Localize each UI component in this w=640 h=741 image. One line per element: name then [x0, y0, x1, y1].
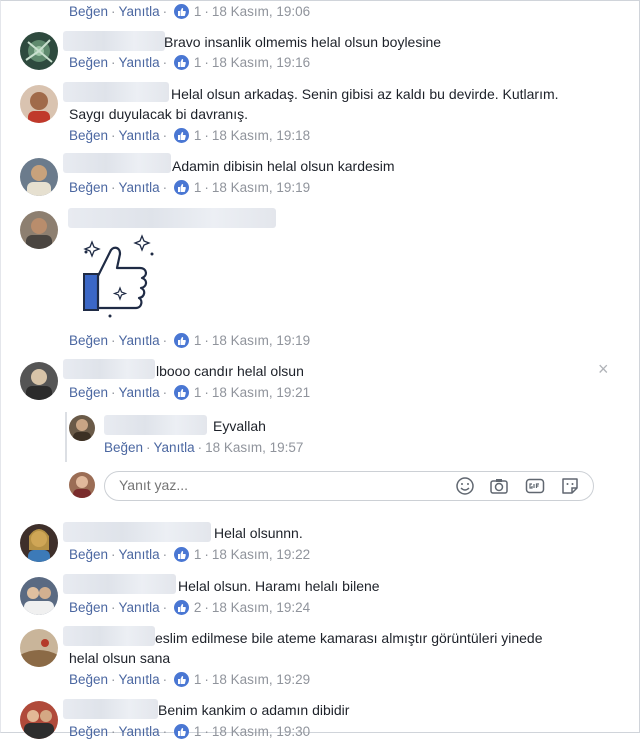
- like-link[interactable]: Beğen: [104, 440, 143, 455]
- comment-actions: Beğen · Yanıtla · 1 · 18 Kasım, 19:21: [69, 385, 311, 400]
- like-icon: [173, 4, 189, 19]
- timestamp[interactable]: 18 Kasım, 19:24: [212, 600, 310, 615]
- timestamp[interactable]: 18 Kasım, 19:18: [212, 128, 310, 143]
- comment-actions: Beğen · Yanıtla · 1 · 18 Kasım, 19:30: [69, 724, 311, 739]
- redacted-name: [63, 82, 169, 102]
- comment-actions: Beğen · Yanıtla · 1 · 18 Kasım, 19:29: [69, 672, 311, 687]
- camera-icon[interactable]: [489, 476, 509, 496]
- comment-actions: Beğen · Yanıtla · 1 · 18 Kasım, 19:06: [69, 4, 311, 19]
- timestamp[interactable]: 18 Kasım, 19:16: [212, 55, 310, 70]
- comment-text-line2: Saygı duyulacak bi davranış.: [69, 106, 248, 122]
- timestamp[interactable]: 18 Kasım, 19:19: [212, 180, 310, 195]
- timestamp[interactable]: 18 Kasım, 19:19: [212, 333, 310, 348]
- like-icon: [173, 128, 189, 143]
- like-link[interactable]: Beğen: [69, 4, 108, 19]
- redacted-name: [63, 626, 155, 646]
- avatar[interactable]: [20, 701, 58, 739]
- comment-text-line2: helal olsun sana: [69, 650, 171, 666]
- like-link[interactable]: Beğen: [69, 724, 108, 739]
- avatar[interactable]: [20, 211, 58, 249]
- like-link[interactable]: Beğen: [69, 180, 108, 195]
- timestamp[interactable]: 18 Kasım, 19:22: [212, 547, 310, 562]
- redacted-name: [63, 574, 176, 594]
- comment-text: Helal olsun arkadaş. Senin gibisi az kal…: [171, 86, 559, 102]
- reply-link[interactable]: Yanıtla: [119, 547, 160, 562]
- reply-text: Eyvallah: [213, 418, 266, 434]
- timestamp[interactable]: 18 Kasım, 19:30: [212, 724, 310, 739]
- comment-actions: Beğen · Yanıtla · 1 · 18 Kasım, 19:19: [69, 333, 311, 348]
- sticker-icon[interactable]: [560, 476, 580, 496]
- reply-input[interactable]: [117, 476, 441, 494]
- reply-link[interactable]: Yanıtla: [119, 180, 160, 195]
- like-icon: [173, 180, 189, 195]
- like-link[interactable]: Beğen: [69, 672, 108, 687]
- reply-link[interactable]: Yanıtla: [119, 333, 160, 348]
- avatar[interactable]: [20, 362, 58, 400]
- redacted-name: [63, 153, 171, 173]
- reply-link[interactable]: Yanıtla: [119, 4, 160, 19]
- like-link[interactable]: Beğen: [69, 600, 108, 615]
- redacted-name: [63, 359, 155, 379]
- timestamp[interactable]: 18 Kasım, 19:57: [205, 440, 303, 455]
- like-link[interactable]: Beğen: [69, 55, 108, 70]
- like-icon: [173, 600, 189, 615]
- comment-text: Benim kankim o adamın dibidir: [158, 702, 350, 718]
- thread-line: [65, 412, 67, 462]
- reply-avatar[interactable]: [69, 415, 95, 441]
- reply-link[interactable]: Yanıtla: [119, 55, 160, 70]
- avatar[interactable]: [20, 158, 58, 196]
- redacted-name: [104, 415, 207, 435]
- reply-input-box[interactable]: [104, 471, 594, 501]
- like-icon: [173, 333, 189, 348]
- current-user-avatar: [69, 472, 95, 498]
- comment-actions: Beğen · Yanıtla · 1 · 18 Kasım, 19:19: [69, 180, 311, 195]
- like-icon: [173, 724, 189, 739]
- comment-text: Helal olsun. Haramı helalı bilene: [178, 578, 380, 594]
- redacted-name: [63, 522, 211, 542]
- comment-actions: Beğen · Yanıtla · 1 · 18 Kasım, 19:18: [69, 128, 311, 143]
- avatar[interactable]: [20, 577, 58, 615]
- comment-text: Adamin dibisin helal olsun kardesim: [172, 158, 395, 174]
- comment-text: eslim edilmese bile ateme kamarası almış…: [155, 630, 543, 646]
- timestamp[interactable]: 18 Kasım, 19:21: [212, 385, 310, 400]
- thumbs-up-sticker: [80, 232, 160, 322]
- reply-actions: Beğen · Yanıtla · 18 Kasım, 19:57: [104, 440, 304, 455]
- like-icon: [173, 547, 189, 562]
- comment-text: Helal olsunnn.: [214, 525, 303, 541]
- avatar[interactable]: [20, 629, 58, 667]
- like-link[interactable]: Beğen: [69, 385, 108, 400]
- timestamp[interactable]: 18 Kasım, 19:06: [212, 4, 310, 19]
- redacted-name: [68, 208, 276, 228]
- avatar[interactable]: [20, 85, 58, 123]
- reply-link[interactable]: Yanıtla: [154, 440, 195, 455]
- close-icon[interactable]: ×: [598, 360, 609, 378]
- redacted-name: [63, 31, 165, 51]
- comment-text: Bravo insanlik olmemis helal olsun boyle…: [164, 34, 442, 50]
- comment-actions: Beğen · Yanıtla · 1 · 18 Kasım, 19:16: [69, 55, 311, 70]
- emoji-icon[interactable]: [455, 476, 475, 496]
- reply-link[interactable]: Yanıtla: [119, 385, 160, 400]
- like-icon: [173, 672, 189, 687]
- like-icon: [173, 385, 189, 400]
- timestamp[interactable]: 18 Kasım, 19:29: [212, 672, 310, 687]
- like-icon: [173, 55, 189, 70]
- reply-link[interactable]: Yanıtla: [119, 724, 160, 739]
- comment-actions: Beğen · Yanıtla · 2 · 18 Kasım, 19:24: [69, 600, 311, 615]
- reply-link[interactable]: Yanıtla: [119, 128, 160, 143]
- like-link[interactable]: Beğen: [69, 333, 108, 348]
- redacted-name: [63, 699, 158, 719]
- comment-text: lbooo candır helal olsun: [156, 363, 304, 379]
- like-link[interactable]: Beğen: [69, 128, 108, 143]
- avatar[interactable]: [20, 32, 58, 70]
- reply-link[interactable]: Yanıtla: [119, 672, 160, 687]
- reply-link[interactable]: Yanıtla: [119, 600, 160, 615]
- comment-actions: Beğen · Yanıtla · 1 · 18 Kasım, 19:22: [69, 547, 311, 562]
- avatar[interactable]: [20, 524, 58, 562]
- gif-icon[interactable]: [525, 476, 545, 496]
- like-link[interactable]: Beğen: [69, 547, 108, 562]
